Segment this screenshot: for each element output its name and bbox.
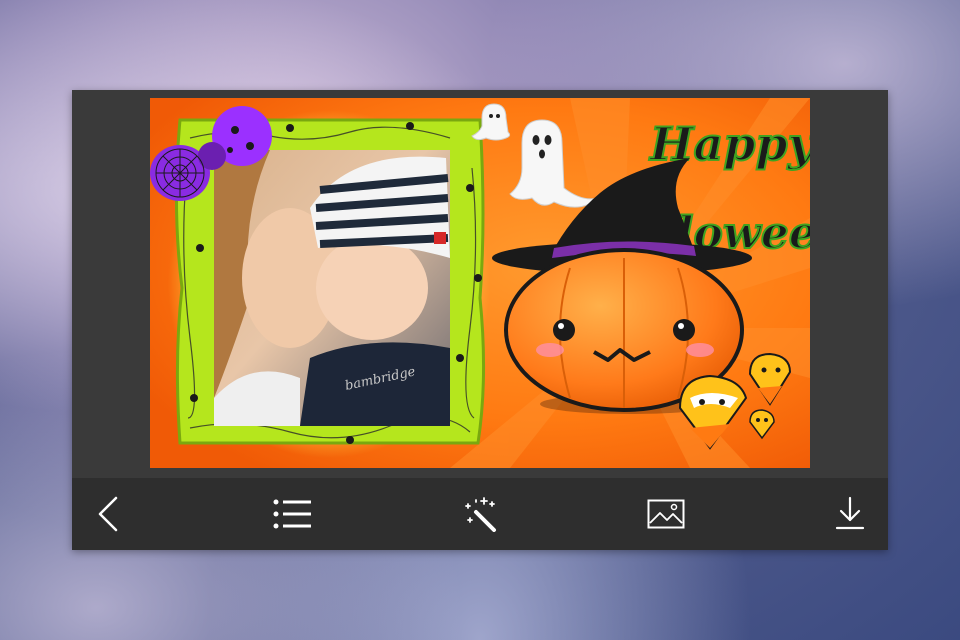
photo-canvas[interactable]: bambridge Happy owe xyxy=(150,98,810,468)
effects-button[interactable] xyxy=(456,492,504,536)
back-button[interactable] xyxy=(84,492,132,536)
halloween-frame-artwork: bambridge Happy owe xyxy=(150,98,810,468)
photo-editor-panel: bambridge Happy owe xyxy=(72,90,888,550)
download-icon xyxy=(835,496,865,530)
magic-wand-icon xyxy=(465,497,496,532)
baby-face xyxy=(316,236,428,340)
photo[interactable]: bambridge xyxy=(214,150,450,426)
bottom-toolbar xyxy=(72,478,888,550)
image-icon xyxy=(647,499,685,529)
gallery-button[interactable] xyxy=(642,492,690,536)
chevron-left-icon xyxy=(98,496,118,532)
list-icon xyxy=(273,499,311,529)
frames-list-button[interactable] xyxy=(268,492,316,536)
download-button[interactable] xyxy=(826,492,874,536)
